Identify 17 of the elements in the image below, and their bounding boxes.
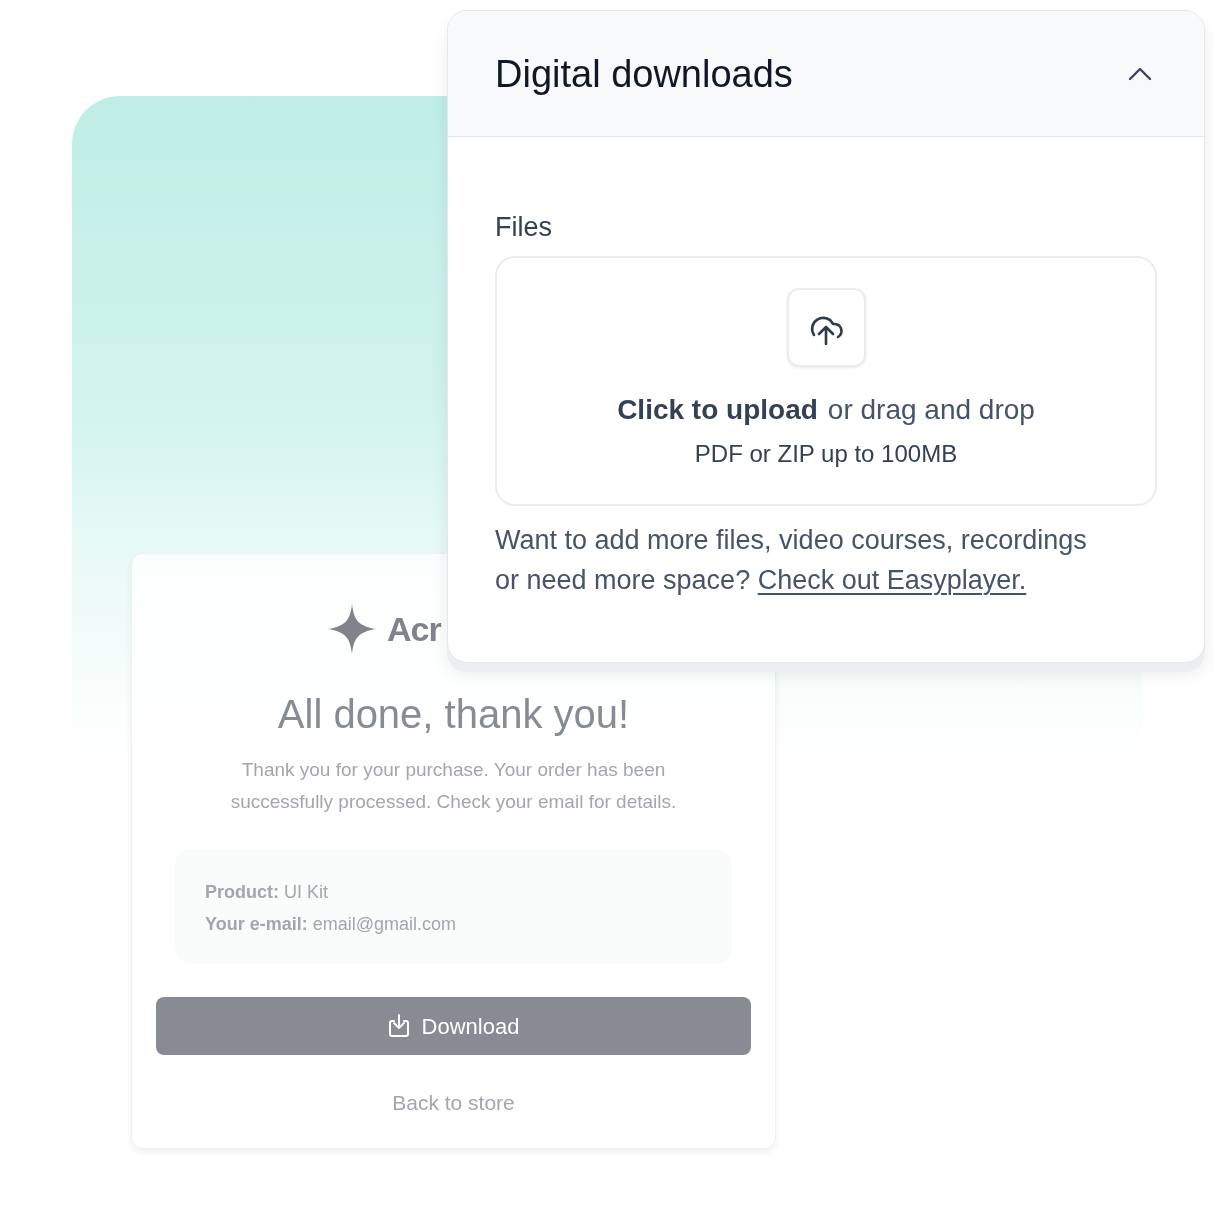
- confirmation-heading: All done, thank you!: [277, 691, 630, 738]
- files-label: Files: [495, 211, 552, 243]
- order-detail: Your e-mail: email@gmail.com: [205, 913, 457, 936]
- panel-title: Digital downloads: [495, 51, 793, 97]
- upload-dropzone[interactable]: Click to upload or drag and drop PDF or ZIP up to 100MB: [495, 256, 1157, 506]
- cloud-upload-icon[interactable]: [786, 288, 866, 367]
- order-detail: Product: UI Kit: [205, 881, 329, 904]
- easyplayer-link[interactable]: Check out Easyplayer.: [757, 565, 1027, 595]
- file-format-hint: PDF or ZIP up to 100MB: [694, 439, 958, 469]
- drag-drop-hint: or drag and drop: [827, 393, 1035, 427]
- storage-note: Want to add more files, video courses, recordings or need more space? Check out Easyplayer.: [495, 524, 1088, 597]
- download-icon: [387, 1014, 410, 1038]
- chevron-up-icon[interactable]: [1128, 66, 1152, 81]
- confirmation-message: Thank you for your purchase. Your order has been successfully processed. Check your email for details.: [229, 758, 678, 814]
- click-to-upload-link[interactable]: Click to upload: [617, 393, 818, 427]
- sparkle-icon: [328, 604, 376, 654]
- logo-text: Acr: [387, 609, 441, 650]
